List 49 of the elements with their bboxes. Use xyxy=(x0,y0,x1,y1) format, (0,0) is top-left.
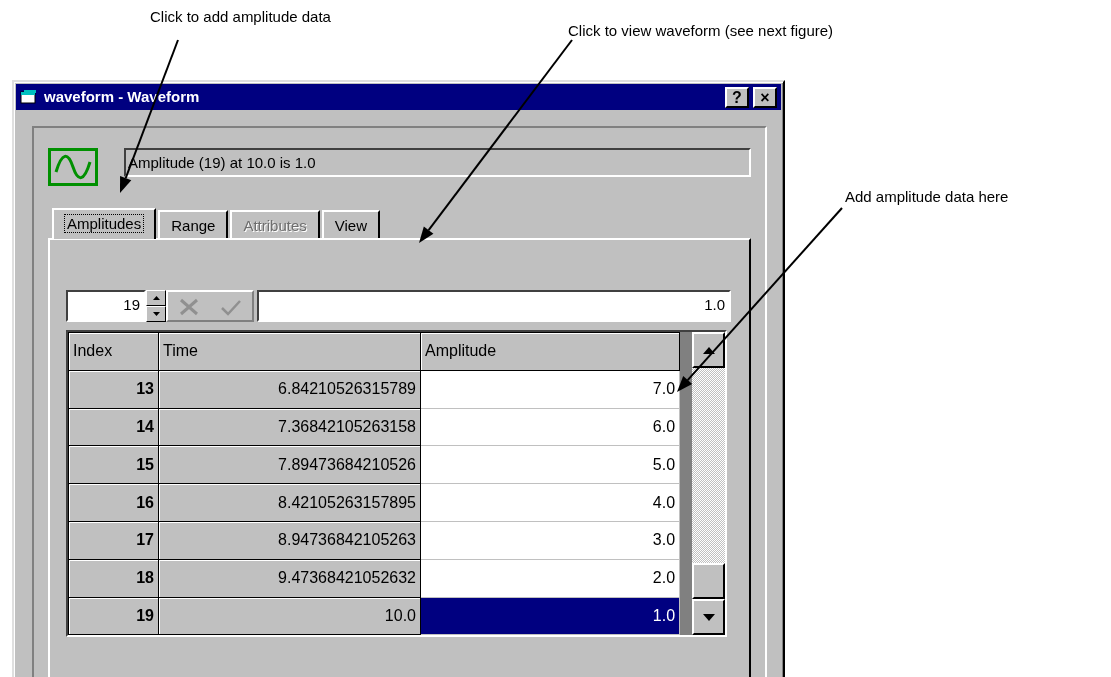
table-cell: 7.36842105263158 xyxy=(158,408,421,446)
scroll-up-button[interactable] xyxy=(692,332,725,368)
table-cell[interactable]: 1.0 xyxy=(420,597,680,635)
table-cell[interactable]: 2.0 xyxy=(420,559,680,598)
row-header: 14 xyxy=(68,408,159,446)
table-cell[interactable]: 7.0 xyxy=(420,370,680,409)
row-header: 16 xyxy=(68,483,159,522)
up-arrow-icon xyxy=(152,295,160,300)
table-cell: 10.0 xyxy=(158,597,421,635)
tab: Attributes xyxy=(230,210,320,238)
table-cell[interactable]: 3.0 xyxy=(420,521,680,560)
close-button[interactable]: × xyxy=(753,86,777,108)
spin-down-button[interactable] xyxy=(146,306,166,322)
scroll-thumb[interactable] xyxy=(692,563,725,600)
table-cell[interactable]: 5.0 xyxy=(420,445,680,484)
row-header: 19 xyxy=(68,597,159,635)
down-arrow-icon xyxy=(152,311,160,316)
scrollbar[interactable] xyxy=(680,332,725,636)
window-icon xyxy=(20,89,38,105)
cancel-x-icon xyxy=(178,297,200,316)
table-cell: 8.42105263157895 xyxy=(158,483,421,522)
callout-text: Click to add amplitude data xyxy=(150,8,331,26)
sine-wave-icon xyxy=(48,148,98,186)
index-field[interactable]: 19 xyxy=(66,290,146,322)
callout-text: Add amplitude data here xyxy=(845,188,1009,206)
tab[interactable]: View xyxy=(321,210,381,238)
table-cell: 9.47368421052632 xyxy=(158,559,421,598)
spin-up-button[interactable] xyxy=(146,290,166,306)
up-arrow-icon xyxy=(702,346,715,354)
table-cell[interactable]: 6.0 xyxy=(420,408,680,446)
row-header: 13 xyxy=(68,370,159,409)
column-header: Index xyxy=(68,332,159,371)
down-arrow-icon xyxy=(702,613,715,621)
help-button[interactable]: ? xyxy=(725,86,749,108)
row-header: 18 xyxy=(68,559,159,598)
column-header: Time xyxy=(158,332,421,371)
column-header: Amplitude xyxy=(420,332,680,371)
window-title: waveform - Waveform xyxy=(44,86,201,107)
table-cell: 7.89473684210526 xyxy=(158,445,421,484)
table-cell: 6.84210526315789 xyxy=(158,370,421,409)
scroll-down-button[interactable] xyxy=(692,599,725,636)
row-header: 15 xyxy=(68,445,159,484)
tab[interactable]: Amplitudes xyxy=(52,208,157,239)
table-cell: 8.94736842105263 xyxy=(158,521,421,560)
value-field[interactable]: 1.0 xyxy=(257,290,731,322)
tab[interactable]: Range xyxy=(158,210,229,238)
callout-text: Click to view waveform (see next figure) xyxy=(568,22,834,40)
row-header: 17 xyxy=(68,521,159,560)
table-cell[interactable]: 4.0 xyxy=(420,483,680,522)
